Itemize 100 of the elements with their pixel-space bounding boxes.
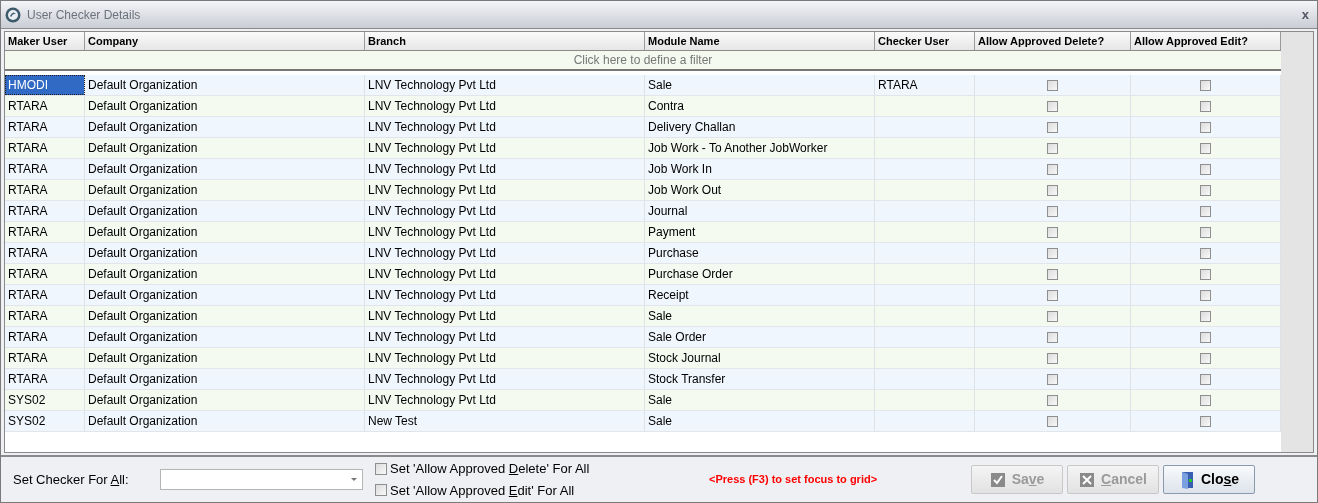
table-cell: RTARA bbox=[5, 201, 85, 221]
checkbox[interactable] bbox=[1047, 247, 1058, 259]
checker-label: Set Checker For All: bbox=[13, 470, 130, 489]
table-cell: LNV Technology Pvt Ltd bbox=[365, 201, 645, 221]
table-cell: Default Organization bbox=[85, 117, 365, 137]
table-cell: RTARA bbox=[5, 138, 85, 158]
column-header[interactable]: Checker User bbox=[875, 32, 975, 50]
filter-row[interactable]: Click here to define a filter bbox=[5, 51, 1281, 71]
checker-dropdown[interactable] bbox=[160, 469, 363, 490]
table-cell: Receipt bbox=[645, 285, 875, 305]
table-cell: Default Organization bbox=[85, 306, 365, 326]
checkbox[interactable] bbox=[1047, 184, 1058, 196]
table-cell: RTARA bbox=[5, 348, 85, 368]
checkbox[interactable] bbox=[1047, 121, 1058, 133]
checkbox[interactable] bbox=[1047, 268, 1058, 280]
cross-icon bbox=[1079, 471, 1096, 488]
table-cell: SYS02 bbox=[5, 390, 85, 410]
table-cell: RTARA bbox=[5, 369, 85, 389]
checkbox[interactable] bbox=[1047, 331, 1058, 343]
checkbox[interactable] bbox=[1200, 415, 1211, 427]
table-cell: SYS02 bbox=[5, 411, 85, 431]
checkbox[interactable] bbox=[1200, 331, 1211, 343]
table-cell: RTARA bbox=[5, 159, 85, 179]
table-cell: Default Organization bbox=[85, 369, 365, 389]
table-cell: RTARA bbox=[5, 327, 85, 347]
window-title: User Checker Details bbox=[27, 6, 142, 24]
table-cell: Default Organization bbox=[85, 285, 365, 305]
checkbox[interactable] bbox=[1047, 394, 1058, 406]
table-cell: LNV Technology Pvt Ltd bbox=[365, 222, 645, 242]
checkbox[interactable] bbox=[1200, 226, 1211, 238]
table-cell: RTARA bbox=[5, 285, 85, 305]
checkbox[interactable] bbox=[1200, 142, 1211, 154]
checkbox[interactable] bbox=[1200, 79, 1211, 91]
checkbox[interactable] bbox=[1200, 247, 1211, 259]
table-cell: RTARA bbox=[5, 243, 85, 263]
checkbox[interactable] bbox=[1200, 352, 1211, 364]
checkbox[interactable] bbox=[1200, 163, 1211, 175]
checkbox[interactable] bbox=[1047, 205, 1058, 217]
checkbox[interactable] bbox=[1200, 100, 1211, 112]
table-cell: LNV Technology Pvt Ltd bbox=[365, 264, 645, 284]
table-cell: Stock Transfer bbox=[645, 369, 875, 389]
column-header[interactable]: Branch bbox=[365, 32, 645, 50]
checkbox[interactable] bbox=[1047, 310, 1058, 322]
checkbox[interactable] bbox=[1200, 289, 1211, 301]
column-header[interactable]: Allow Approved Edit? bbox=[1131, 32, 1281, 50]
hint-text: <Press (F3) to set focus to grid> bbox=[709, 472, 879, 488]
table-cell: RTARA bbox=[5, 117, 85, 137]
checkbox[interactable] bbox=[1200, 373, 1211, 385]
checkbox[interactable] bbox=[1047, 373, 1058, 385]
checkbox[interactable] bbox=[1047, 226, 1058, 238]
table-cell: Default Organization bbox=[85, 222, 365, 242]
table-cell: Delivery Challan bbox=[645, 117, 875, 137]
table-cell: LNV Technology Pvt Ltd bbox=[365, 159, 645, 179]
table-cell: Default Organization bbox=[85, 96, 365, 116]
table-cell: RTARA bbox=[5, 180, 85, 200]
table-cell: LNV Technology Pvt Ltd bbox=[365, 180, 645, 200]
table-cell: Default Organization bbox=[85, 264, 365, 284]
option-label[interactable]: Set 'Allow Approved Delete' For All bbox=[390, 459, 590, 479]
table-cell: Default Organization bbox=[85, 201, 365, 221]
column-header[interactable]: Allow Approved Delete? bbox=[975, 32, 1131, 50]
close-button[interactable]: x bbox=[1297, 8, 1313, 21]
table-cell: Contra bbox=[645, 96, 875, 116]
checkbox[interactable] bbox=[1047, 289, 1058, 301]
column-header[interactable]: Maker User bbox=[5, 32, 85, 50]
checkbox[interactable] bbox=[1047, 352, 1058, 364]
table-cell: Purchase bbox=[645, 243, 875, 263]
checkmark-icon bbox=[989, 471, 1006, 488]
table-cell: Default Organization bbox=[85, 390, 365, 410]
checkbox[interactable] bbox=[1200, 121, 1211, 133]
checkbox[interactable] bbox=[1200, 268, 1211, 280]
checkbox[interactable] bbox=[1047, 163, 1058, 175]
checkbox[interactable] bbox=[375, 462, 387, 475]
checkbox[interactable] bbox=[1047, 100, 1058, 112]
checkbox[interactable] bbox=[1200, 310, 1211, 322]
checkbox[interactable] bbox=[1047, 142, 1058, 154]
table-cell: LNV Technology Pvt Ltd bbox=[365, 348, 645, 368]
table-cell: Payment bbox=[645, 222, 875, 242]
option-label[interactable]: Set 'Allow Approved Edit' For All bbox=[390, 480, 575, 500]
table-cell: LNV Technology Pvt Ltd bbox=[365, 96, 645, 116]
table-cell: Sale bbox=[645, 411, 875, 431]
table-cell: Default Organization bbox=[85, 75, 365, 95]
table-cell: LNV Technology Pvt Ltd bbox=[365, 327, 645, 347]
checkbox[interactable] bbox=[1200, 184, 1211, 196]
table-cell: RTARA bbox=[5, 96, 85, 116]
checkbox[interactable] bbox=[375, 484, 387, 497]
table-cell: Sale Order bbox=[645, 327, 875, 347]
table-cell: Job Work - To Another JobWorker bbox=[645, 138, 875, 158]
column-header[interactable]: Module Name bbox=[645, 32, 875, 50]
table-cell: LNV Technology Pvt Ltd bbox=[365, 117, 645, 137]
checkbox[interactable] bbox=[1047, 79, 1058, 91]
checkbox[interactable] bbox=[1047, 415, 1058, 427]
checkbox[interactable] bbox=[1200, 394, 1211, 406]
close-button[interactable]: Close bbox=[1163, 465, 1255, 494]
checkbox[interactable] bbox=[1200, 205, 1211, 217]
table-cell: RTARA bbox=[5, 306, 85, 326]
table-cell: LNV Technology Pvt Ltd bbox=[365, 306, 645, 326]
table-cell: Sale bbox=[645, 306, 875, 326]
table-cell: LNV Technology Pvt Ltd bbox=[365, 243, 645, 263]
table-cell: Job Work Out bbox=[645, 180, 875, 200]
column-header[interactable]: Company bbox=[85, 32, 365, 50]
